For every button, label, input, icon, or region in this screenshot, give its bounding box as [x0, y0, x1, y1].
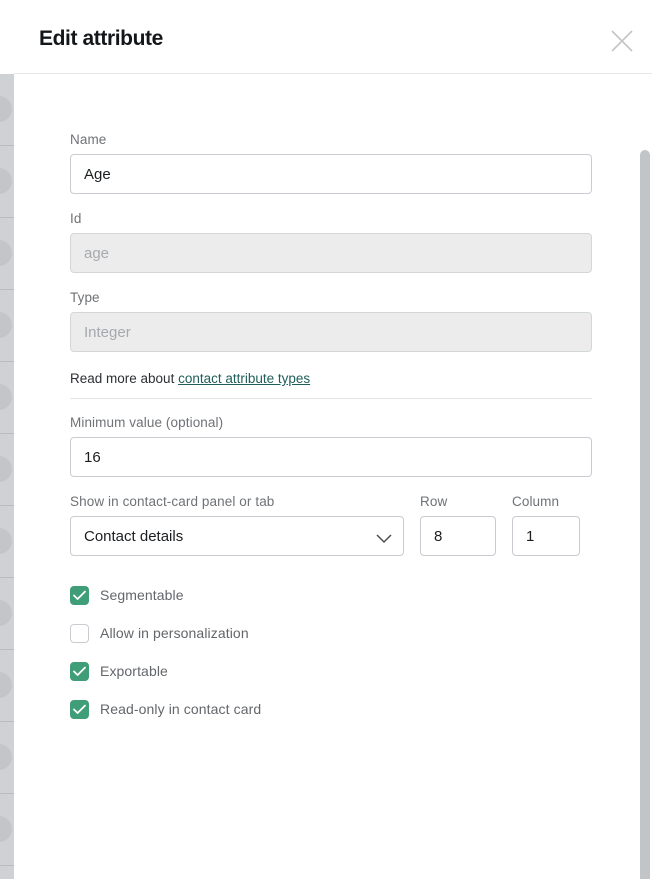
- show-in-select[interactable]: Contact details: [70, 516, 404, 556]
- name-input[interactable]: [70, 154, 592, 194]
- checkbox-row-segmentable[interactable]: Segmentable: [70, 576, 592, 614]
- background-list-item: [0, 434, 14, 506]
- background-list-item: [0, 506, 14, 578]
- avatar: [0, 528, 12, 554]
- background-list-item: [0, 290, 14, 362]
- minimum-value-input[interactable]: [70, 437, 592, 477]
- dialog-scrollbar-thumb[interactable]: [640, 150, 650, 879]
- id-label: Id: [70, 211, 592, 226]
- background-list-item: [0, 218, 14, 290]
- avatar: [0, 168, 12, 194]
- avatar: [0, 240, 12, 266]
- column-input[interactable]: [512, 516, 580, 556]
- attribute-form: Name Id Type Read more about contact att…: [14, 74, 638, 728]
- type-field-group: Type: [70, 290, 592, 352]
- close-icon[interactable]: [602, 22, 642, 60]
- avatar: [0, 744, 12, 770]
- read-more-row: Read more about contact attribute types: [70, 369, 592, 398]
- name-label: Name: [70, 132, 592, 147]
- checkbox-checked-icon[interactable]: [70, 586, 89, 605]
- row-label: Row: [420, 494, 496, 509]
- background-list-item: [0, 650, 14, 722]
- dialog-body: Name Id Type Read more about contact att…: [14, 74, 652, 879]
- background-list-item: [0, 722, 14, 794]
- attribute-options-list: Segmentable Allow in personalization Exp…: [70, 576, 592, 728]
- read-more-prefix: Read more about: [70, 371, 178, 386]
- minimum-value-label: Minimum value (optional): [70, 415, 592, 430]
- checkbox-label: Exportable: [100, 663, 168, 679]
- checkbox-label: Read-only in contact card: [100, 701, 261, 717]
- dialog-header: Edit attribute: [14, 0, 652, 74]
- background-list-item: [0, 578, 14, 650]
- show-in-select-wrap: Contact details: [70, 516, 404, 556]
- avatar: [0, 456, 12, 482]
- column-label: Column: [512, 494, 580, 509]
- page-title: Edit attribute: [39, 27, 163, 51]
- background-list-item: [0, 74, 14, 146]
- background-list-item: [0, 794, 14, 866]
- avatar: [0, 672, 12, 698]
- avatar: [0, 816, 12, 842]
- checkbox-row-allow-in-personalization[interactable]: Allow in personalization: [70, 614, 592, 652]
- section-divider: [70, 398, 592, 399]
- row-input[interactable]: [420, 516, 496, 556]
- type-label: Type: [70, 290, 592, 305]
- placement-row: Show in contact-card panel or tab Contac…: [70, 494, 592, 556]
- background-list-item: [0, 866, 14, 879]
- checkbox-unchecked-icon[interactable]: [70, 624, 89, 643]
- id-input: [70, 233, 592, 273]
- checkbox-checked-icon[interactable]: [70, 700, 89, 719]
- edit-attribute-dialog: Edit attribute Name Id Type: [14, 0, 652, 879]
- row-field-group: Row: [420, 494, 496, 556]
- avatar: [0, 96, 12, 122]
- show-in-field-group: Show in contact-card panel or tab Contac…: [70, 494, 404, 556]
- background-contact-list: [0, 74, 14, 879]
- id-field-group: Id: [70, 211, 592, 273]
- checkbox-label: Allow in personalization: [100, 625, 249, 641]
- background-list-item: [0, 146, 14, 218]
- checkbox-label: Segmentable: [100, 587, 184, 603]
- minimum-value-field-group: Minimum value (optional): [70, 415, 592, 477]
- checkbox-row-exportable[interactable]: Exportable: [70, 652, 592, 690]
- type-input: [70, 312, 592, 352]
- show-in-label: Show in contact-card panel or tab: [70, 494, 404, 509]
- avatar: [0, 600, 12, 626]
- avatar: [0, 312, 12, 338]
- name-field-group: Name: [70, 132, 592, 194]
- checkbox-row-read-only-in-contact-card[interactable]: Read-only in contact card: [70, 690, 592, 728]
- avatar: [0, 384, 12, 410]
- contact-attribute-types-link[interactable]: contact attribute types: [178, 371, 310, 386]
- dialog-scrollbar[interactable]: [640, 150, 650, 879]
- column-field-group: Column: [512, 494, 580, 556]
- background-list-item: [0, 362, 14, 434]
- checkbox-checked-icon[interactable]: [70, 662, 89, 681]
